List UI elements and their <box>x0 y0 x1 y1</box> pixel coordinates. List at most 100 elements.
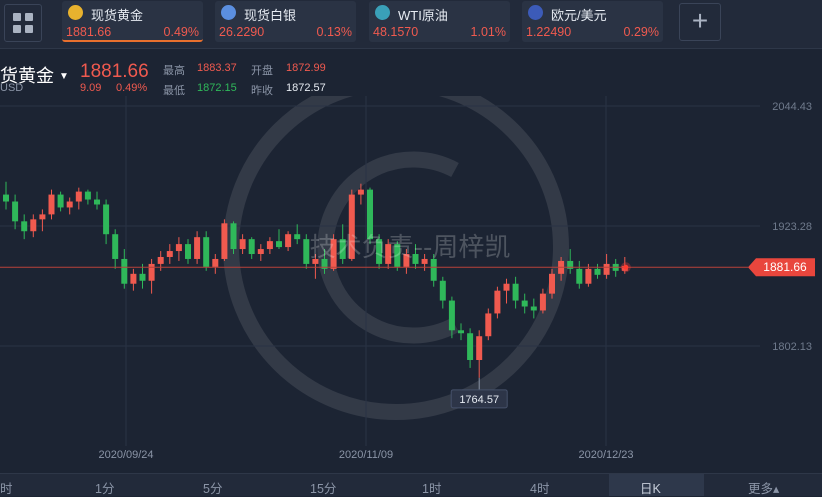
candle <box>521 300 528 307</box>
open-value: 1872.99 <box>286 62 326 74</box>
tab-timeframe[interactable]: 5分 <box>203 478 222 497</box>
candle <box>467 333 474 360</box>
candle <box>576 268 583 284</box>
ticker-change: 0.29% <box>623 25 659 39</box>
candle <box>194 237 201 259</box>
x-tick-label: 2020/11/09 <box>339 449 393 461</box>
live-dot <box>623 264 629 270</box>
tab-timeframe[interactable]: 更多▴ <box>748 478 779 497</box>
ticker-card[interactable]: 现货黄金 1881.66 0.49% <box>62 1 203 42</box>
candle <box>203 237 210 267</box>
menu-grid-icon[interactable] <box>4 4 42 42</box>
ticker-price: 48.1570 <box>373 25 419 39</box>
candle <box>303 239 310 264</box>
y-tick-label: 1802.13 <box>772 341 812 353</box>
silver-icon <box>221 5 236 20</box>
candle <box>239 239 246 250</box>
watermark-text: 技术负责--周梓凯 <box>310 233 511 263</box>
ticker-card[interactable]: 欧元/美元 1.22490 0.29% <box>522 1 663 42</box>
ticker-card[interactable]: WTI原油 48.1570 1.01% <box>369 1 510 42</box>
price-change-pct: 0.49% <box>116 82 148 94</box>
tab-timeframe[interactable]: 日K <box>640 478 661 497</box>
candle <box>148 263 155 281</box>
tab-timeframe[interactable]: 4时 <box>530 478 549 497</box>
currency-label: USD <box>0 82 24 94</box>
candle <box>230 223 237 250</box>
candle <box>357 189 364 195</box>
chevron-down-icon[interactable]: ▼ <box>59 71 69 82</box>
candle <box>3 194 9 202</box>
candle <box>66 201 73 208</box>
ticker-change: 1.01% <box>470 25 506 39</box>
price-change: 9.09 <box>80 82 102 94</box>
candle <box>476 336 483 360</box>
candle <box>512 283 519 301</box>
low-value: 1872.15 <box>197 82 237 94</box>
candle <box>103 204 110 235</box>
min-marker-label: 1764.57 <box>459 394 499 406</box>
y-tick-label: 1923.28 <box>772 221 812 233</box>
candle <box>448 300 455 331</box>
candle <box>12 201 19 222</box>
candle <box>48 194 55 215</box>
ticker-name: 现货白银 <box>244 8 297 23</box>
candle <box>185 244 191 259</box>
x-tick-label: 2020/12/23 <box>578 449 633 461</box>
candle <box>603 263 610 275</box>
ticker-name: 欧元/美元 <box>551 8 607 23</box>
candle <box>494 290 501 314</box>
candle <box>294 234 301 240</box>
ticker-name: WTI原油 <box>398 8 448 23</box>
candle <box>485 313 492 337</box>
high-label: 最高 <box>163 65 185 77</box>
high-value: 1883.37 <box>197 62 237 74</box>
y-tick-label: 2044.43 <box>772 101 812 113</box>
candle <box>439 280 446 301</box>
ticker-bar: 现货黄金 1881.66 0.49% 现货白银 26.2290 0.13% WTI原油 48.… <box>0 0 822 49</box>
candlestick-chart[interactable]: 2044.43 1923.28 1802.13 2020/09/24 2020/11/0… <box>0 96 822 468</box>
ticker-price: 1.22490 <box>526 25 572 39</box>
tab-timeframe[interactable]: 15分 <box>310 478 336 497</box>
timeframe-bar: 时 1分 5分 15分 1时 4时 日K 更多▴ <box>0 473 822 496</box>
candle <box>39 214 46 220</box>
candle <box>75 191 82 202</box>
tab-timeframe[interactable]: 1时 <box>422 478 441 497</box>
candle <box>285 234 292 248</box>
candle <box>130 273 137 284</box>
ticker-change: 0.13% <box>316 25 352 39</box>
candle <box>257 249 264 255</box>
candle <box>84 191 91 200</box>
add-ticker-button[interactable]: + <box>679 3 721 41</box>
candle <box>458 330 464 334</box>
x-tick-label: 2020/09/24 <box>98 449 153 461</box>
current-price: 1881.66 <box>80 61 149 82</box>
prev-close-value: 1872.57 <box>286 82 326 94</box>
ticker-name: 现货黄金 <box>91 8 144 23</box>
candle <box>594 268 601 275</box>
candle <box>539 293 546 311</box>
candle <box>585 268 592 284</box>
candle <box>367 189 373 240</box>
tab-timeframe[interactable]: 1分 <box>95 478 114 497</box>
oil-barrel-icon <box>375 5 390 20</box>
candle <box>503 283 510 291</box>
candle <box>248 239 255 255</box>
candle <box>530 306 537 311</box>
tab-timeframe[interactable]: 时 <box>0 478 13 497</box>
eu-us-flag-icon <box>528 5 543 20</box>
candle <box>212 258 219 267</box>
candle <box>266 241 273 250</box>
candle <box>276 241 282 248</box>
candle <box>57 194 64 208</box>
candle <box>30 219 37 232</box>
candle <box>157 256 164 264</box>
ticker-card[interactable]: 现货白银 26.2290 0.13% <box>215 1 356 42</box>
candle <box>21 221 28 232</box>
candle <box>112 234 119 259</box>
ticker-price: 1881.66 <box>66 25 112 39</box>
candle <box>121 258 128 284</box>
candle <box>139 273 146 281</box>
candle <box>175 244 182 252</box>
ticker-price: 26.2290 <box>219 25 265 39</box>
current-price-label: 1881.66 <box>763 260 807 274</box>
